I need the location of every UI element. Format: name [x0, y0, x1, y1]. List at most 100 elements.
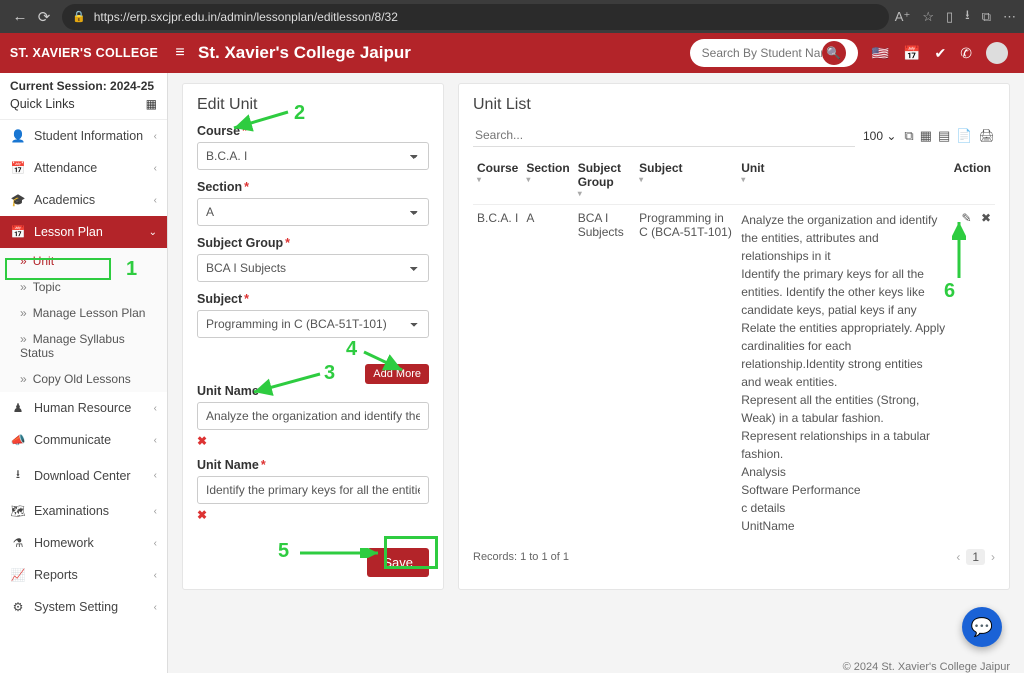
save-button[interactable]: Save [367, 548, 429, 577]
edit-unit-title: Edit Unit [197, 96, 429, 114]
bullhorn-icon: 📣 [10, 433, 26, 447]
submenu-manage-syllabus-status[interactable]: Manage Syllabus Status [0, 326, 167, 366]
screenshot-icon[interactable]: ⧉ [982, 9, 991, 25]
url-text: https://erp.sxcjpr.edu.in/admin/lessonpl… [94, 10, 398, 24]
cell-section: A [522, 205, 573, 542]
section-select[interactable]: A [197, 198, 429, 226]
edit-icon[interactable]: ✎ [962, 211, 972, 225]
content-area: Edit Unit Course* B.C.A. I Section* A Su… [168, 73, 1024, 673]
more-icon[interactable]: ⋯ [1003, 9, 1016, 25]
submenu-unit[interactable]: Unit [0, 248, 167, 274]
next-page-icon[interactable]: › [991, 550, 995, 564]
sidebar-item-download-center[interactable]: ⭳Download Center‹ [0, 456, 167, 495]
sidebar-item-examinations[interactable]: 🗺Examinations‹ [0, 495, 167, 527]
unit-table: Course▾ Section▾ Subject Group▾ Subject▾… [473, 155, 995, 541]
app-title: St. Xavier's College Jaipur [198, 43, 411, 63]
download-icon[interactable]: ⭳ [965, 6, 970, 28]
remove-unit-1-icon[interactable]: ✖ [197, 434, 207, 448]
app-header: ST. XAVIER'S COLLEGE ≡ St. Xavier's Coll… [0, 33, 1024, 73]
th-section[interactable]: Section▾ [522, 155, 573, 205]
sidebar: Current Session: 2024-25 Quick Links ▦ 👤… [0, 73, 168, 673]
table-row: B.C.A. I A BCA I Subjects Programming in… [473, 205, 995, 542]
cell-action: ✎ ✖ [950, 205, 995, 542]
search-icon[interactable]: 🔍 [822, 41, 846, 65]
th-subject-group[interactable]: Subject Group▾ [574, 155, 635, 205]
student-search-input[interactable] [702, 46, 822, 60]
section-label: Section* [197, 180, 429, 194]
cell-unit: Analyze the organization and identify th… [737, 205, 949, 542]
submenu-manage-lesson-plan[interactable]: Manage Lesson Plan [0, 300, 167, 326]
print-icon[interactable]: 🖨 [978, 128, 995, 144]
footer-copyright: © 2024 St. Xavier's College Jaipur [843, 661, 1010, 673]
unit-name-input-2[interactable] [197, 476, 429, 504]
add-more-button[interactable]: Add More [365, 364, 429, 384]
grid-icon: ▦ [146, 97, 157, 111]
calendar-small-icon: 📅 [10, 161, 26, 175]
quick-links[interactable]: Quick Links ▦ [0, 95, 167, 120]
unit-name-label-2: Unit Name* [197, 458, 429, 472]
sidebar-item-academics[interactable]: 🎓Academics‹ [0, 184, 167, 216]
avatar[interactable] [986, 42, 1008, 64]
quick-links-label: Quick Links [10, 97, 75, 111]
prev-page-icon[interactable]: ‹ [956, 550, 960, 564]
student-search[interactable]: 🔍 [690, 39, 858, 67]
th-course[interactable]: Course▾ [473, 155, 522, 205]
back-icon[interactable]: ← [8, 5, 32, 29]
url-bar[interactable]: 🔒 https://erp.sxcjpr.edu.in/admin/lesson… [62, 4, 889, 30]
unit-name-label-1: Unit Name* [197, 384, 429, 398]
csv-icon[interactable]: ▤ [938, 128, 950, 144]
sidebar-item-communicate[interactable]: 📣Communicate‹ [0, 424, 167, 456]
submenu-copy-old-lessons[interactable]: Copy Old Lessons [0, 366, 167, 392]
favorite-icon[interactable]: ☆ [922, 9, 934, 25]
subject-select[interactable]: Programming in C (BCA-51T-101) [197, 310, 429, 338]
download-small-icon: ⭳ [10, 465, 26, 486]
gear-icon: ⚙ [10, 600, 26, 614]
flask-icon: ⚗ [10, 536, 26, 550]
user-icon: 👤 [10, 129, 26, 143]
copy-icon[interactable]: ⧉ [904, 128, 913, 144]
lesson-plan-submenu: Unit Topic Manage Lesson Plan Manage Syl… [0, 248, 167, 392]
lock-icon: 🔒 [72, 10, 86, 23]
remove-unit-2-icon[interactable]: ✖ [197, 508, 207, 522]
calendar-icon[interactable]: 📅 [903, 45, 920, 62]
chat-fab[interactable]: 💬 [962, 607, 1002, 647]
subject-group-select[interactable]: BCA I Subjects [197, 254, 429, 282]
chart-icon: 📈 [10, 568, 26, 582]
per-page-select[interactable]: 100 ⌄ [863, 129, 896, 143]
sidebar-item-lesson-plan[interactable]: 📅Lesson Plan⌄ [0, 216, 167, 248]
session-label: Current Session: 2024-25 [0, 73, 167, 95]
cell-subject: Programming in C (BCA-51T-101) [635, 205, 737, 542]
cell-subject-group: BCA I Subjects [574, 205, 635, 542]
course-select[interactable]: B.C.A. I [197, 142, 429, 170]
calendar2-icon: 📅 [10, 225, 26, 239]
menu-toggle-icon[interactable]: ≡ [168, 44, 192, 62]
submenu-topic[interactable]: Topic [0, 274, 167, 300]
collections-icon[interactable]: ▯ [946, 9, 953, 25]
sitemap-icon: ♟ [10, 401, 26, 415]
sidebar-item-human-resource[interactable]: ♟Human Resource‹ [0, 392, 167, 424]
page-1[interactable]: 1 [966, 549, 985, 565]
edit-unit-panel: Edit Unit Course* B.C.A. I Section* A Su… [182, 83, 444, 590]
th-unit[interactable]: Unit▾ [737, 155, 949, 205]
unit-list-search[interactable] [473, 124, 855, 147]
sidebar-item-system-setting[interactable]: ⚙System Setting‹ [0, 591, 167, 623]
unit-name-input-1[interactable] [197, 402, 429, 430]
refresh-icon[interactable]: ⟳ [32, 5, 56, 29]
delete-icon[interactable]: ✖ [981, 211, 991, 225]
excel-icon[interactable]: ▦ [920, 128, 932, 144]
read-aloud-icon[interactable]: A⁺ [895, 9, 911, 25]
flag-icon[interactable]: 🇺🇸 [872, 45, 889, 62]
whatsapp-icon[interactable]: ✆ [960, 45, 972, 62]
sidebar-item-reports[interactable]: 📈Reports‹ [0, 559, 167, 591]
sidebar-item-student-info[interactable]: 👤Student Information‹ [0, 120, 167, 152]
pdf-icon[interactable]: 📄 [956, 128, 972, 144]
sidebar-item-attendance[interactable]: 📅Attendance‹ [0, 152, 167, 184]
subject-label: Subject* [197, 292, 429, 306]
subject-group-label: Subject Group* [197, 236, 429, 250]
cell-course: B.C.A. I [473, 205, 522, 542]
pager: ‹ 1 › [956, 549, 995, 565]
th-subject[interactable]: Subject▾ [635, 155, 737, 205]
task-icon[interactable]: ✔ [935, 45, 947, 62]
graduation-icon: 🎓 [10, 193, 26, 207]
sidebar-item-homework[interactable]: ⚗Homework‹ [0, 527, 167, 559]
